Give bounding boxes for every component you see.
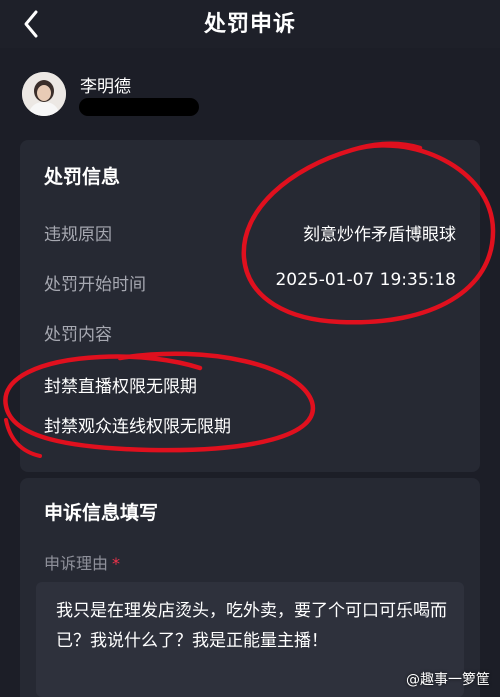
- penalty-info-card: 处罚信息 违规原因 刻意炒作矛盾博眼球 处罚开始时间 2025-01-07 19…: [20, 140, 480, 472]
- watermark: @趣事一箩筐: [406, 672, 490, 688]
- penalty-content-label: 处罚内容: [44, 325, 112, 345]
- appeal-reason-label-text: 申诉理由: [44, 554, 109, 573]
- ban-item-audience-link: 封禁观众连线权限无限期: [44, 417, 231, 437]
- appeal-info-card: 申诉信息填写 申诉理由 * 我只是在理发店烫头，吃外卖，要了个可口可乐喝而已？我说…: [20, 478, 480, 697]
- penalty-section-title: 处罚信息: [44, 166, 121, 188]
- appeal-section-title: 申诉信息填写: [44, 502, 159, 524]
- violation-reason-label: 违规原因: [44, 225, 112, 245]
- penalty-start-time-label: 处罚开始时间: [44, 275, 146, 295]
- avatar-image: [22, 72, 66, 116]
- username: 李明德: [80, 77, 131, 97]
- ban-item-live: 封禁直播权限无限期: [44, 377, 197, 397]
- violation-reason-value: 刻意炒作矛盾博眼球: [303, 225, 456, 245]
- required-mark: *: [112, 554, 121, 573]
- top-nav-bar: 处罚申诉: [0, 0, 500, 48]
- appeal-reason-textarea[interactable]: 我只是在理发店烫头，吃外卖，要了个可口可乐喝而已？我说什么了？我是正能量主播！: [36, 582, 464, 697]
- penalty-start-time-value: 2025-01-07 19:35:18: [275, 270, 456, 290]
- appeal-reason-text: 我只是在理发店烫头，吃外卖，要了个可口可乐喝而已？我说什么了？我是正能量主播！: [56, 601, 447, 651]
- page-title: 处罚申诉: [203, 12, 296, 37]
- redacted-user-id: [79, 98, 199, 116]
- appeal-reason-label: 申诉理由 *: [44, 550, 120, 574]
- avatar: [22, 72, 66, 116]
- user-info: 李明德: [22, 72, 478, 124]
